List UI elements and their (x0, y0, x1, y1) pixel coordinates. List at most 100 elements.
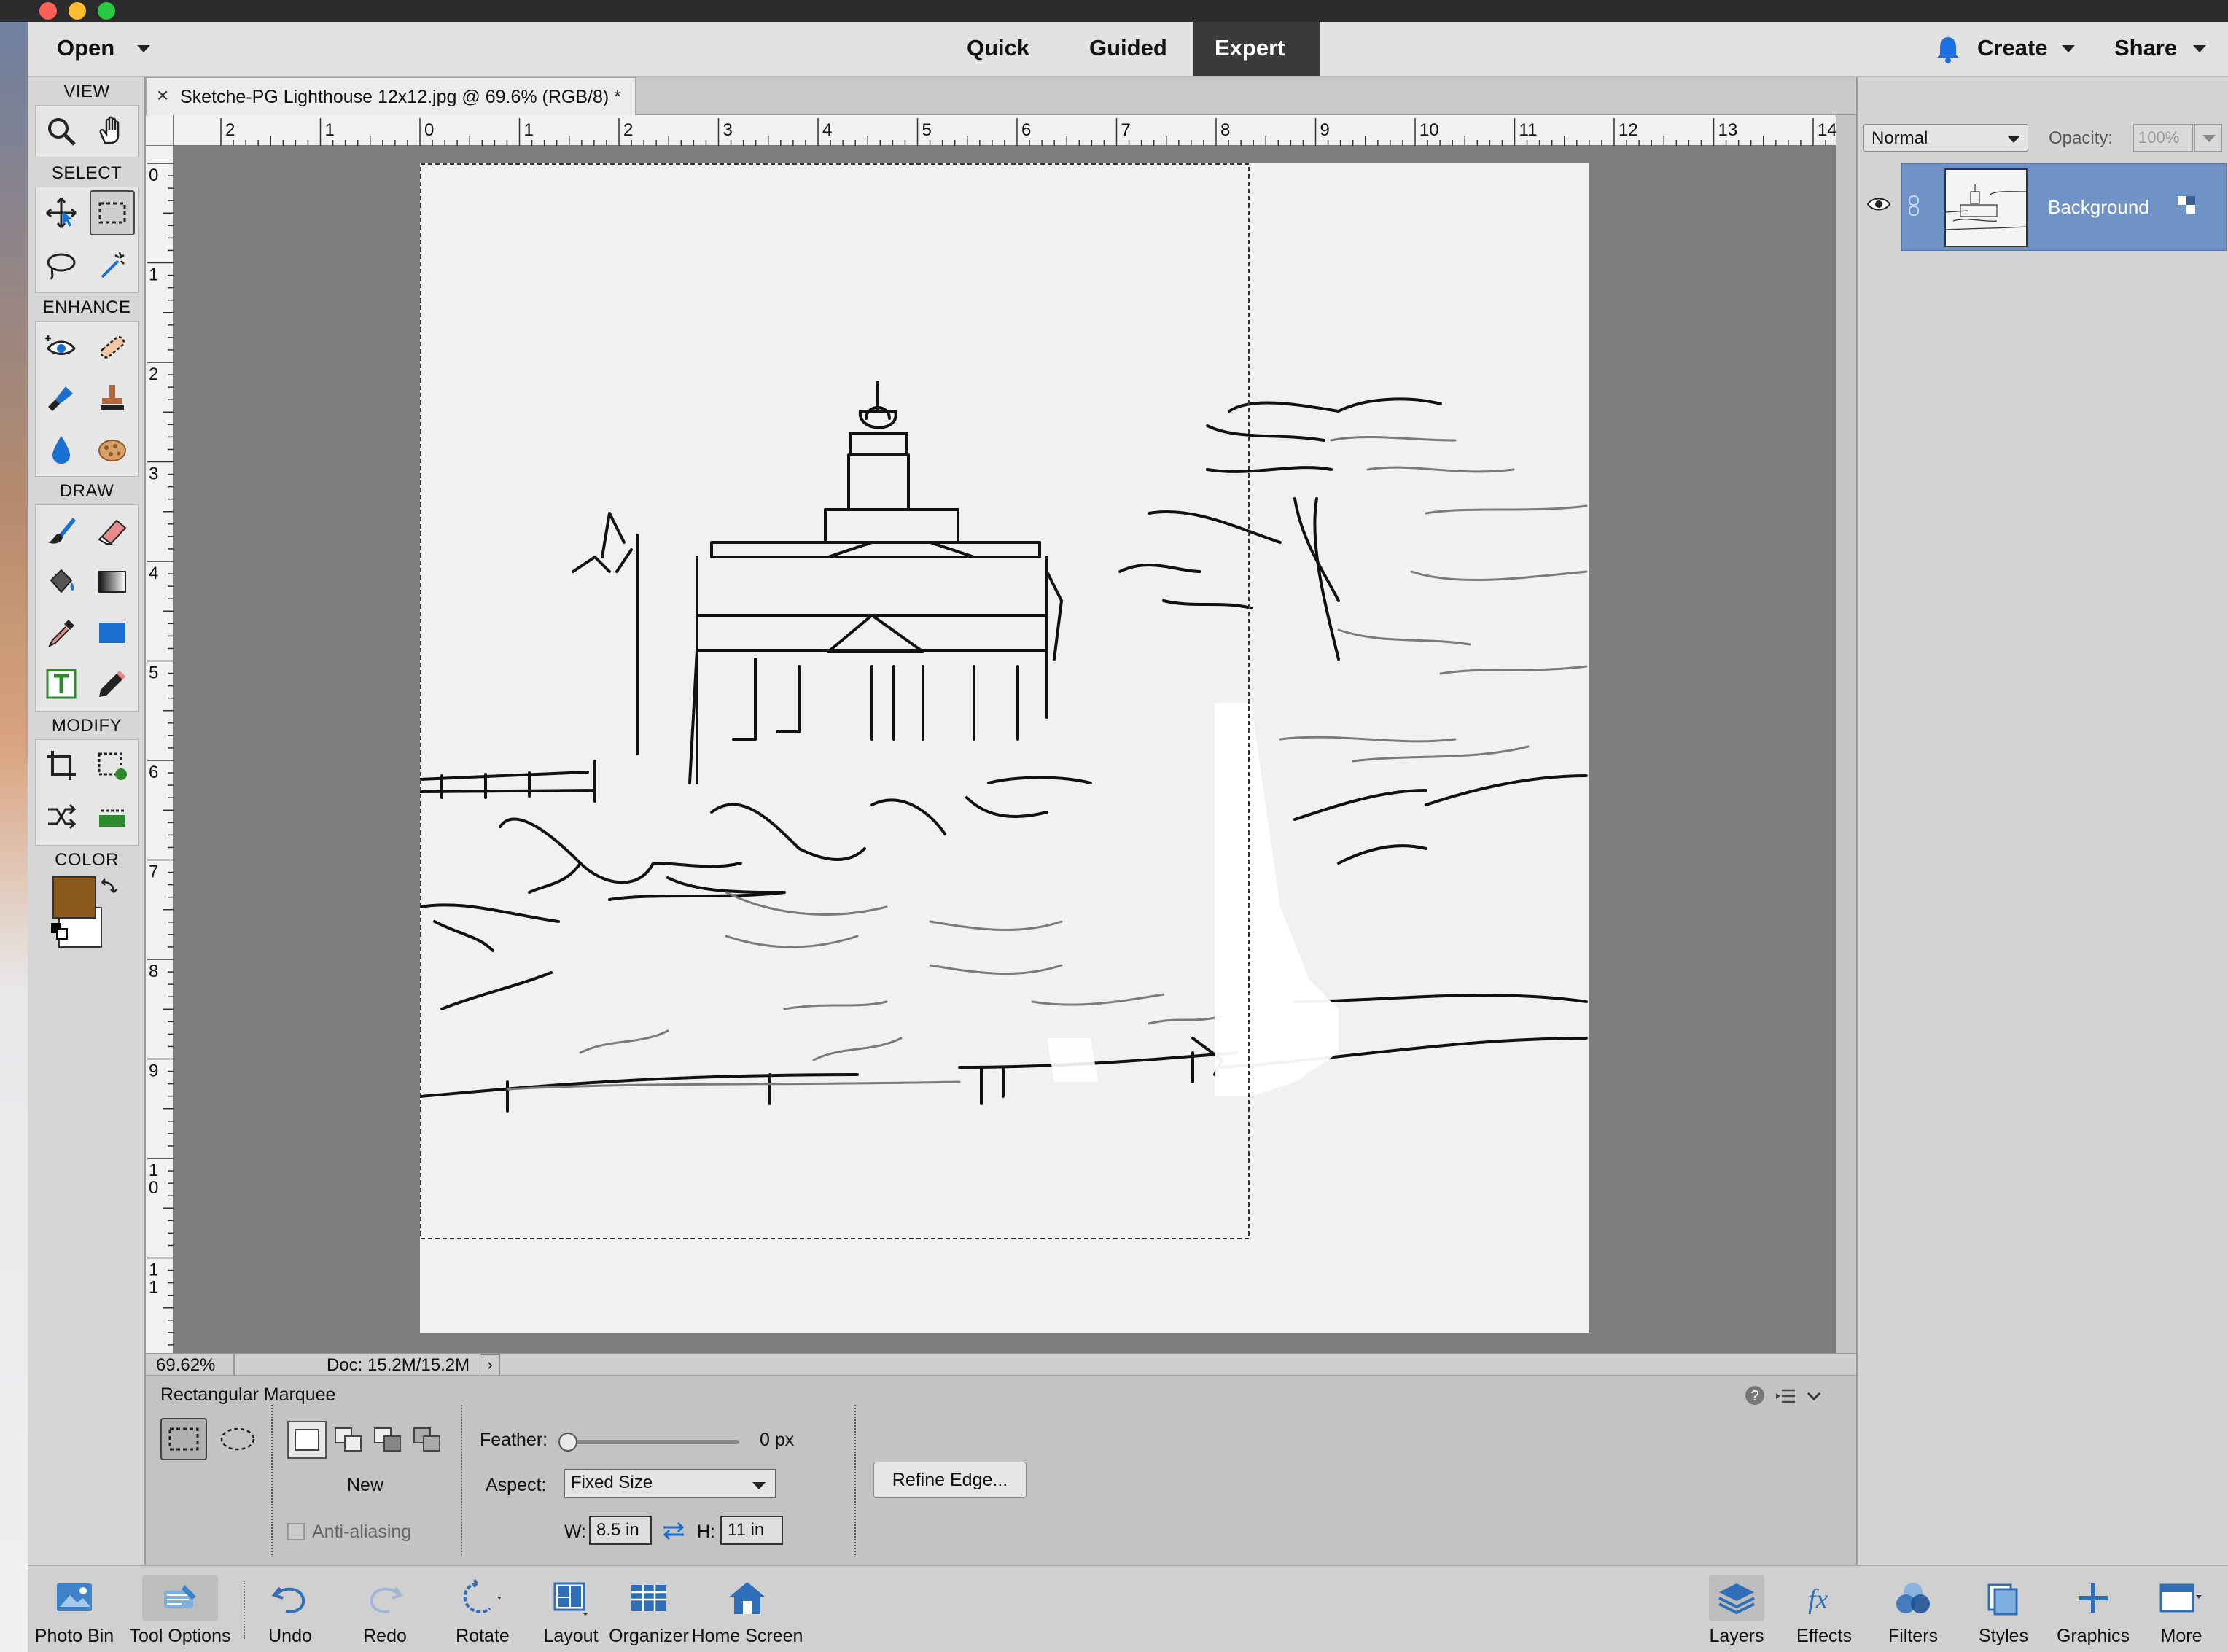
refine-edge-button[interactable]: Refine Edge... (873, 1462, 1027, 1498)
clone-stamp-tool[interactable] (90, 375, 135, 421)
red-eye-tool[interactable] (39, 324, 84, 370)
rotate-button[interactable]: Rotate (445, 1566, 521, 1652)
mode-quick-tab[interactable]: Quick (967, 35, 1029, 61)
zoom-level-readout[interactable]: 69.62% (156, 1355, 215, 1376)
intersect-selection-mode[interactable] (410, 1421, 446, 1459)
default-colors-icon[interactable] (50, 922, 70, 942)
enhance-section-label: ENHANCE (42, 297, 131, 317)
eraser-icon (98, 519, 127, 545)
subtract-selection-mode[interactable] (370, 1421, 407, 1459)
zoom-window-button[interactable] (98, 2, 115, 20)
canvas-vertical-scrollbar[interactable] (1836, 115, 1856, 1353)
styles-panel-button[interactable]: Styles (1967, 1566, 2040, 1652)
effects-panel-button[interactable]: fx Effects (1786, 1566, 1862, 1652)
smart-brush-tool[interactable] (39, 375, 84, 421)
feather-label: Feather: (480, 1430, 548, 1450)
brush-icon (48, 518, 76, 544)
feather-slider[interactable] (558, 1433, 739, 1452)
add-selection-mode[interactable] (331, 1421, 367, 1459)
graphics-panel-button[interactable]: Graphics (2049, 1566, 2138, 1652)
horizontal-ruler[interactable]: 2 1 0 1 2 3 4 5 6 7 8 9 10 11 12 13 14 (174, 115, 1836, 146)
shape-tool[interactable] (90, 610, 135, 655)
height-input[interactable]: 11 in (720, 1516, 783, 1545)
document-tab[interactable]: × Sketche-PG Lighthouse 12x12.jpg @ 69.6… (146, 77, 636, 115)
crop-tool[interactable] (39, 743, 84, 788)
sponge-tool[interactable] (90, 426, 135, 472)
marquee-ellipse-icon (220, 1427, 255, 1451)
share-menu[interactable]: Share (2114, 35, 2177, 61)
mode-guided-tab[interactable]: Guided (1089, 35, 1167, 61)
brush-tool[interactable] (39, 508, 84, 553)
minimize-window-button[interactable] (69, 2, 86, 20)
help-icon[interactable]: ? (1744, 1384, 1766, 1406)
quick-selection-tool[interactable] (90, 243, 135, 288)
options-menu-icon[interactable] (1775, 1386, 1796, 1406)
elliptical-marquee-option[interactable] (214, 1418, 261, 1460)
feather-slider-knob[interactable] (558, 1433, 577, 1452)
width-input[interactable]: 8.5 in (589, 1516, 652, 1545)
open-dropdown-icon[interactable] (137, 45, 150, 52)
blend-mode-value: Normal (1871, 128, 1928, 148)
layer-visibility-toggle[interactable] (1858, 163, 1901, 251)
lasso-tool[interactable] (39, 243, 84, 288)
layer-row-background[interactable]: Background (1901, 163, 2227, 251)
eraser-tool[interactable] (90, 508, 135, 553)
open-button[interactable]: Open (57, 35, 114, 61)
tool-options-button[interactable]: Tool Options (130, 1566, 230, 1652)
anti-aliasing-checkbox[interactable] (287, 1523, 305, 1540)
move-tool[interactable] (39, 190, 84, 235)
pencil-tool[interactable] (90, 661, 135, 706)
aspect-select[interactable]: Fixed Size (564, 1469, 776, 1498)
create-menu[interactable]: Create (1977, 35, 2048, 61)
blend-mode-select[interactable]: Normal (1863, 124, 2028, 152)
rect-marquee-option[interactable] (160, 1418, 207, 1460)
image-canvas[interactable] (418, 163, 1589, 1333)
effects-label: Effects (1796, 1626, 1852, 1646)
close-document-icon[interactable]: × (157, 84, 168, 107)
new-selection-mode[interactable] (287, 1421, 327, 1459)
layer-link-icon[interactable] (1906, 193, 1921, 218)
foreground-color-swatch[interactable] (52, 876, 96, 919)
recompose-tool[interactable] (90, 743, 135, 788)
share-dropdown-icon[interactable] (2193, 45, 2206, 52)
straighten-tool[interactable] (90, 794, 135, 839)
photo-bin-button[interactable]: Photo Bin (35, 1566, 114, 1652)
canvas-area[interactable] (174, 146, 1836, 1353)
canvas-status-bar: 69.62% Doc: 15.2M/15.2M › (146, 1353, 1856, 1376)
undo-button[interactable]: Undo (262, 1566, 318, 1652)
stamp-icon (101, 385, 124, 410)
filters-panel-button[interactable]: Filters (1875, 1566, 1951, 1652)
paint-bucket-tool[interactable] (39, 559, 84, 604)
width-label: W: (564, 1522, 587, 1542)
home-icon (730, 1582, 765, 1614)
close-window-button[interactable] (39, 2, 57, 20)
rectangular-marquee-tool[interactable] (90, 190, 135, 235)
spot-healing-tool[interactable] (90, 324, 135, 370)
layers-panel-button[interactable]: Layers (1702, 1566, 1772, 1652)
status-menu-arrow-icon[interactable]: › (480, 1354, 500, 1376)
redo-button[interactable]: Redo (357, 1566, 413, 1652)
home-screen-button[interactable]: Home Screen (692, 1566, 803, 1652)
layer-name[interactable]: Background (2048, 196, 2149, 219)
content-aware-move-tool[interactable] (39, 794, 84, 839)
eyedropper-tool[interactable] (39, 610, 84, 655)
opacity-dropdown[interactable] (2194, 124, 2222, 152)
blur-tool[interactable] (39, 426, 84, 472)
layout-button[interactable]: Layout (538, 1566, 604, 1652)
hand-tool[interactable] (90, 109, 135, 154)
ruler-v-label: 5 (149, 663, 158, 683)
collapse-chevron-icon[interactable] (1805, 1387, 1823, 1405)
organizer-button[interactable]: Organizer (608, 1566, 690, 1652)
gradient-tool[interactable] (90, 559, 135, 604)
vertical-ruler[interactable]: 012345678910111 (146, 146, 174, 1353)
notification-bell-icon[interactable] (1935, 35, 1961, 64)
more-panels-button[interactable]: More (2146, 1566, 2216, 1652)
opacity-input[interactable]: 100% (2133, 124, 2193, 152)
create-dropdown-icon[interactable] (2062, 45, 2075, 52)
mode-expert-tab[interactable]: Expert (1193, 22, 1320, 76)
swap-colors-icon[interactable] (99, 876, 120, 897)
swap-dimensions-icon[interactable] (661, 1520, 687, 1542)
zoom-tool[interactable] (39, 109, 84, 154)
type-tool[interactable] (39, 661, 84, 706)
aspect-dropdown-icon[interactable] (752, 1482, 766, 1489)
